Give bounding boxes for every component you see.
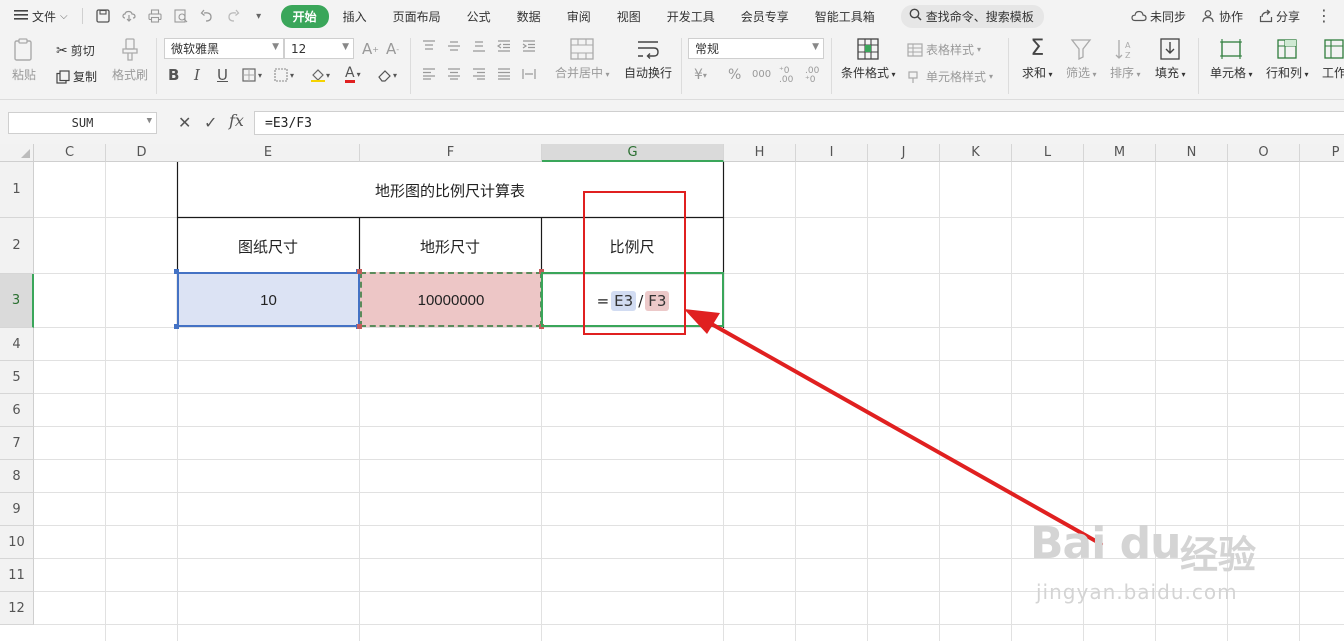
baidu-watermark: Bai du 经验 jingyan.baidu.com: [1030, 500, 1280, 615]
baidu-url: jingyan.baidu.com: [1036, 580, 1238, 604]
baidu-logo: Bai du: [1030, 518, 1181, 569]
baidu-jingyan-text: 经验: [1180, 533, 1257, 577]
